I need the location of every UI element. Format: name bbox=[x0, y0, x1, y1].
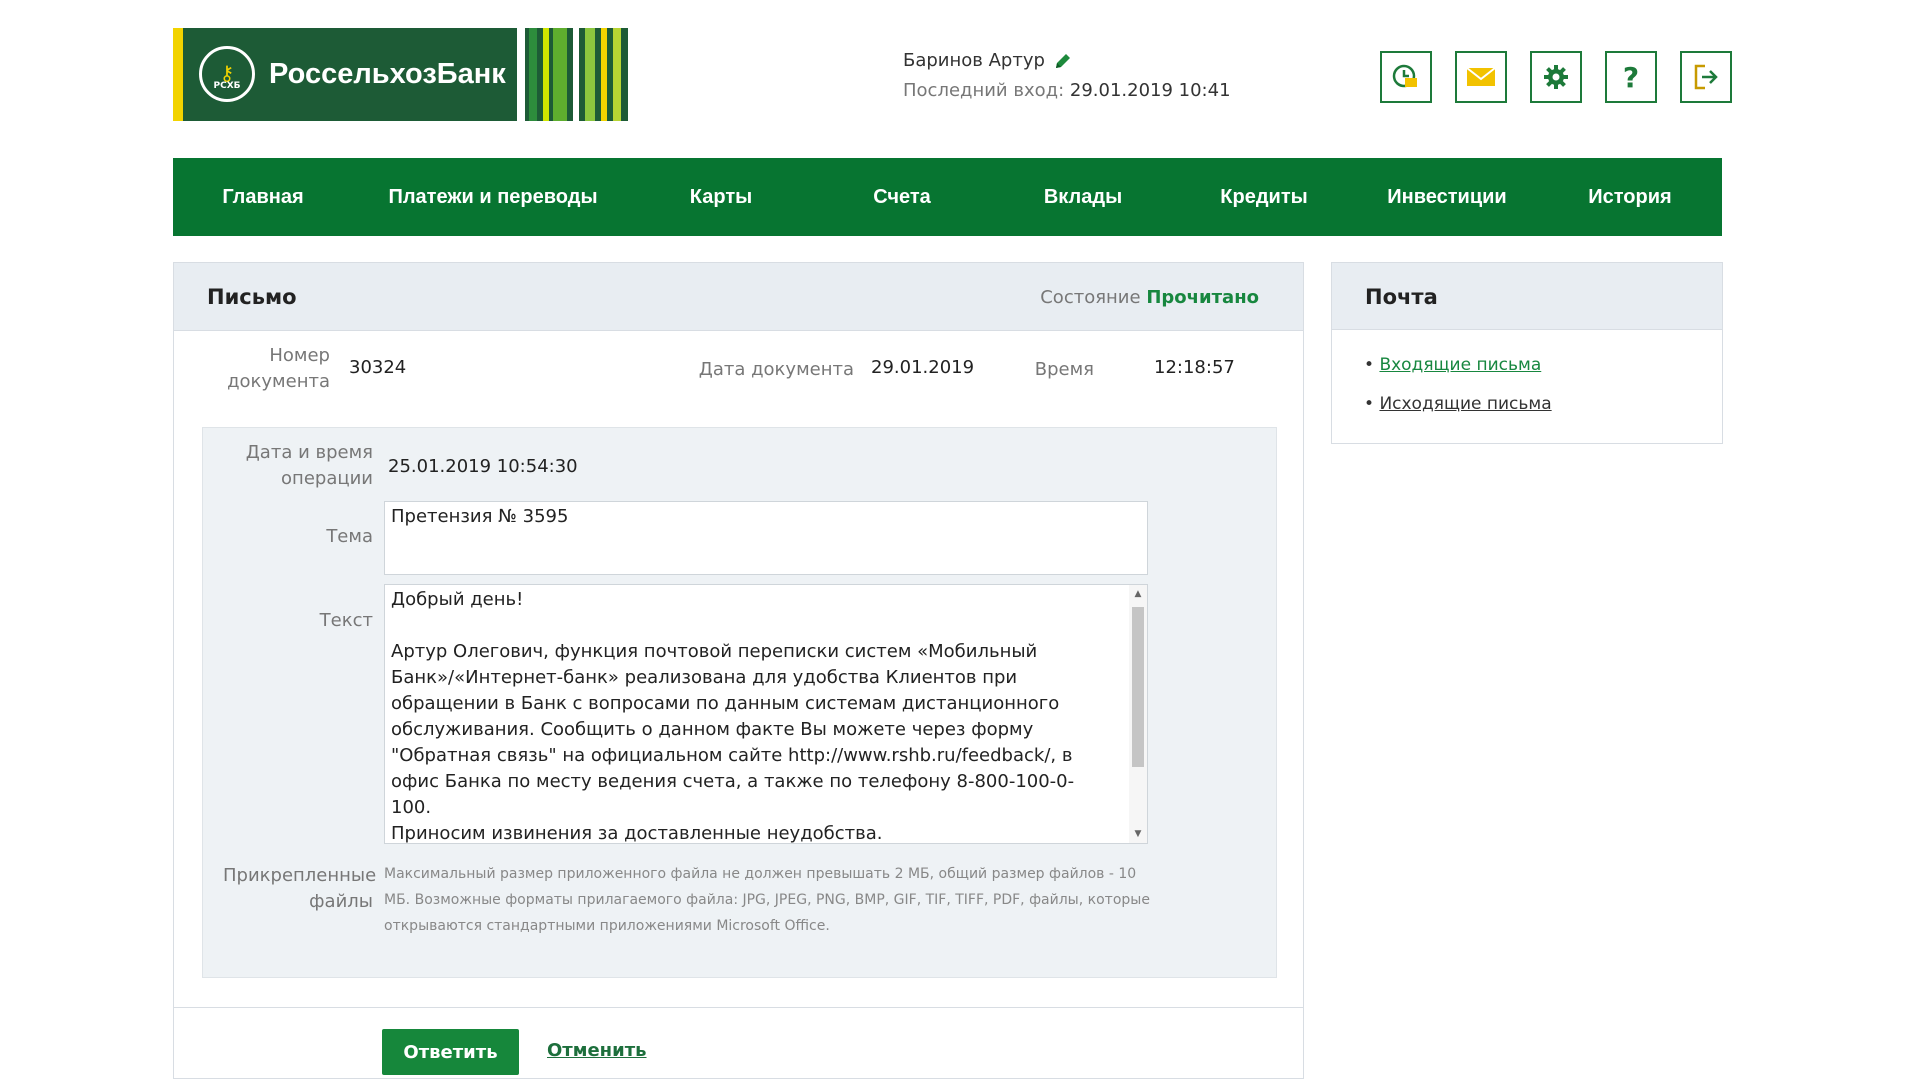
nav-item-investments[interactable]: Инвестиции bbox=[1387, 158, 1506, 236]
subject-label: Тема bbox=[326, 526, 373, 547]
nav-item-payments[interactable]: Платежи и переводы bbox=[388, 158, 597, 236]
mail-button[interactable] bbox=[1455, 51, 1507, 103]
scroll-thumb[interactable] bbox=[1132, 607, 1144, 767]
mail-icon bbox=[1466, 67, 1496, 86]
letter-details-box: Дата и время операции 25.01.2019 10:54:3… bbox=[202, 427, 1277, 978]
main-nav: Главная Платежи и переводы Карты Счета В… bbox=[173, 158, 1722, 236]
mail-link-outgoing-item: • Исходящие письма bbox=[1364, 394, 1552, 414]
scroll-down-icon[interactable]: ▼ bbox=[1129, 829, 1147, 839]
doc-number-label: Номер документа bbox=[227, 345, 330, 392]
mail-link-incoming[interactable]: Входящие письма bbox=[1379, 355, 1541, 375]
text-label: Текст bbox=[319, 610, 373, 631]
state-value: Прочитано bbox=[1146, 287, 1259, 308]
user-name: Баринов Артур bbox=[903, 50, 1045, 71]
bank-emblem-icon: ⚷ РСХБ bbox=[199, 46, 255, 102]
op-datetime-label: Дата и время операции bbox=[245, 442, 373, 489]
help-button[interactable]: ? bbox=[1605, 51, 1657, 103]
op-datetime-value: 25.01.2019 10:54:30 bbox=[388, 456, 578, 477]
help-icon: ? bbox=[1622, 60, 1640, 94]
logo-stripes bbox=[509, 28, 628, 121]
history-button[interactable] bbox=[1380, 51, 1432, 103]
mail-panel: Почта • Входящие письма • Исходящие пись… bbox=[1331, 262, 1723, 444]
nav-item-cards[interactable]: Карты bbox=[690, 158, 752, 236]
letter-state: Состояние Прочитано bbox=[1040, 287, 1259, 308]
nav-item-credits[interactable]: Кредиты bbox=[1220, 158, 1307, 236]
settings-button[interactable] bbox=[1530, 51, 1582, 103]
nav-item-history[interactable]: История bbox=[1588, 158, 1671, 236]
scroll-up-icon[interactable]: ▲ bbox=[1129, 589, 1147, 599]
nav-item-main[interactable]: Главная bbox=[222, 158, 303, 236]
last-login: Последний вход: 29.01.2019 10:41 bbox=[903, 80, 1231, 101]
reply-button[interactable]: Ответить bbox=[382, 1029, 519, 1075]
doc-number-value: 30324 bbox=[349, 357, 407, 378]
history-icon bbox=[1392, 64, 1417, 88]
time-value: 12:18:57 bbox=[1154, 357, 1235, 378]
subject-value: Претензия № 3595 bbox=[391, 506, 569, 527]
letter-title: Письмо bbox=[207, 285, 297, 309]
logout-button[interactable] bbox=[1680, 51, 1732, 103]
message-text: Добрый день! Артур Олегович, функция поч… bbox=[391, 589, 1075, 844]
logout-icon bbox=[1694, 64, 1718, 90]
last-login-value: 29.01.2019 10:41 bbox=[1069, 80, 1231, 101]
pencil-icon[interactable] bbox=[1054, 52, 1072, 74]
message-scrollbar[interactable]: ▲ ▼ bbox=[1129, 585, 1147, 843]
cancel-link[interactable]: Отменить bbox=[547, 1040, 647, 1061]
subject-field[interactable]: Претензия № 3595 bbox=[384, 501, 1148, 575]
logo-yellow-stripe bbox=[173, 28, 183, 121]
attachments-label: Прикрепленные файлы bbox=[223, 865, 377, 912]
mail-title: Почта bbox=[1365, 285, 1438, 309]
time-label: Время bbox=[1034, 359, 1094, 380]
doc-date-value: 29.01.2019 bbox=[871, 357, 975, 378]
mail-link-incoming-item: • Входящие письма bbox=[1364, 355, 1542, 375]
bank-name: РоссельхозБанк bbox=[269, 58, 506, 90]
mail-header: Почта bbox=[1332, 263, 1722, 330]
nav-item-accounts[interactable]: Счета bbox=[873, 158, 931, 236]
message-text-area[interactable]: Добрый день! Артур Олегович, функция поч… bbox=[384, 584, 1148, 844]
bank-logo[interactable]: ⚷ РСХБ РоссельхозБанк bbox=[173, 28, 628, 121]
last-login-label: Последний вход: bbox=[903, 80, 1065, 101]
settings-gear-icon bbox=[1544, 65, 1568, 89]
letter-panel: Письмо Состояние Прочитано Номер докумен… bbox=[173, 262, 1304, 1079]
mail-link-outgoing[interactable]: Исходящие письма bbox=[1379, 394, 1551, 414]
nav-item-deposits[interactable]: Вклады bbox=[1044, 158, 1122, 236]
doc-date-label: Дата документа bbox=[698, 359, 854, 380]
emblem-text: РСХБ bbox=[213, 81, 241, 91]
state-label: Состояние bbox=[1040, 287, 1141, 308]
attachments-note: Максимальный размер приложенного файла н… bbox=[384, 866, 1150, 934]
letter-header: Письмо Состояние Прочитано bbox=[174, 263, 1303, 331]
panel-footer-divider bbox=[174, 1007, 1303, 1008]
